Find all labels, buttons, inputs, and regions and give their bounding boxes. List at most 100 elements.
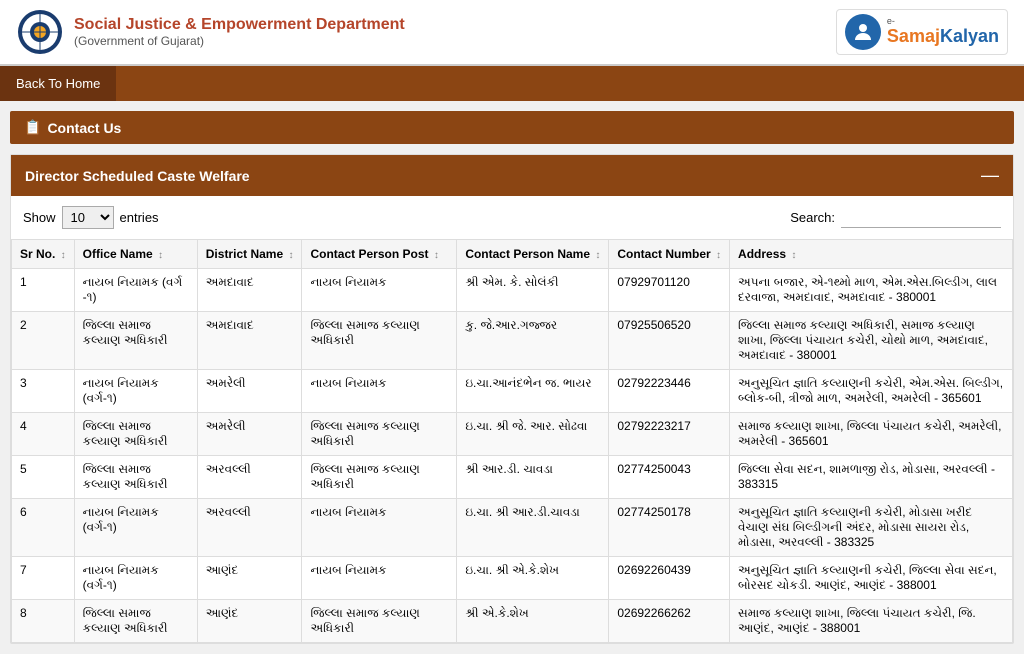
table-header-row: Sr No. ↕ Office Name ↕ District Name ↕ C… — [12, 240, 1013, 269]
cell-district: આણંદ — [197, 557, 302, 600]
cell-office: નાયબ નિયામક (વર્ગ-૧) — [74, 557, 197, 600]
cell-sr: 1 — [12, 269, 75, 312]
table-row: 3નાયબ નિયામક (વર્ગ-૧)અમરેલીનાયબ નિયામકઇ.… — [12, 370, 1013, 413]
col-office: Office Name ↕ — [74, 240, 197, 269]
entries-control: Show 10 25 50 100 entries — [23, 206, 159, 229]
esamaj-logo-icon — [845, 14, 881, 50]
table-row: 4જિલ્લા સમાજ કલ્યાણ અધિકારીઅમરેલીજિલ્લા … — [12, 413, 1013, 456]
cell-address: જિલ્લા સમાજ કલ્યાણ અધિકારી, સમાજ કલ્યાણ … — [730, 312, 1013, 370]
cell-address: જિલ્લા સેવા સદન, શામળાજી રોડ, મોડાસા, અર… — [730, 456, 1013, 499]
cell-district: અરવલ્લી — [197, 456, 302, 499]
back-to-home-button[interactable]: Back To Home — [0, 66, 116, 101]
cell-address: અપના બજાર, એ-૧થ્મો માળ, એમ.એસ.બિલ્ડીગ, લ… — [730, 269, 1013, 312]
search-input[interactable] — [841, 208, 1001, 228]
col-sr: Sr No. ↕ — [12, 240, 75, 269]
contact-us-header: 📋 Contact Us — [10, 111, 1014, 144]
cell-office: જિલ્લા સમાજ કલ્યાણ અધિકારી — [74, 413, 197, 456]
cell-number: 02792223446 — [609, 370, 730, 413]
cell-sr: 8 — [12, 600, 75, 643]
table-card: Director Scheduled Caste Welfare — Show … — [10, 154, 1014, 644]
header-title: Social Justice & Empowerment Department — [74, 16, 405, 34]
table-body: 1નાયબ નિયામક (વર્ગ -૧)અમદાવાદનાયબ નિયામક… — [12, 269, 1013, 643]
cell-sr: 6 — [12, 499, 75, 557]
cell-office: નાયબ નિયામક (વર્ગ-૧) — [74, 499, 197, 557]
header: Social Justice & Empowerment Department … — [0, 0, 1024, 66]
table-card-title: Director Scheduled Caste Welfare — [25, 168, 250, 184]
contact-icon: 📋 — [24, 119, 41, 136]
cell-name: શ્રી એમ. કે. સોલંકી — [457, 269, 609, 312]
cell-name: ઇ.ચા.આનંદભેન જ. ભાયર — [457, 370, 609, 413]
navbar: Back To Home — [0, 66, 1024, 101]
table-row: 8જિલ્લા સમાજ કલ્યાણ અધિકારીઆણંદજિલ્લા સમ… — [12, 600, 1013, 643]
cell-post: નાયબ નિયામક — [302, 499, 457, 557]
cell-sr: 4 — [12, 413, 75, 456]
cell-name: ઇ.ચા. શ્રી જે. આર. સોઢવા — [457, 413, 609, 456]
cell-number: 07929701120 — [609, 269, 730, 312]
cell-number: 02774250178 — [609, 499, 730, 557]
cell-name: શ્રી એ.કે.શેખ — [457, 600, 609, 643]
cell-sr: 7 — [12, 557, 75, 600]
data-table: Sr No. ↕ Office Name ↕ District Name ↕ C… — [11, 239, 1013, 643]
cell-post: નાયબ નિયામક — [302, 370, 457, 413]
cell-sr: 3 — [12, 370, 75, 413]
contact-label: Contact Us — [47, 120, 121, 136]
cell-post: જિલ્લા સમાજ કલ્યાણ અધિકારી — [302, 312, 457, 370]
table-row: 2જિલ્લા સમાજ કલ્યાણ અધિકારીઅમદાવાદજિલ્લા… — [12, 312, 1013, 370]
cell-number: 07925506520 — [609, 312, 730, 370]
table-row: 1નાયબ નિયામક (વર્ગ -૧)અમદાવાદનાયબ નિયામક… — [12, 269, 1013, 312]
sort-icon-address: ↕ — [791, 250, 796, 261]
esamaj-brand-text: SamajKalyan — [887, 27, 999, 47]
header-left: Social Justice & Empowerment Department … — [16, 8, 405, 56]
cell-office: જિલ્લા સમાજ કલ્યાણ અધિકારી — [74, 312, 197, 370]
cell-office: જિલ્લા સમાજ કલ્યાણ અધિકારી — [74, 600, 197, 643]
cell-address: સમાજ કલ્યાણ શાખા, જિલ્લા પંચાયત કચેરી, અ… — [730, 413, 1013, 456]
cell-sr: 2 — [12, 312, 75, 370]
cell-district: આણંદ — [197, 600, 302, 643]
cell-post: જિલ્લા સમાજ કલ્યાણ અધિકારી — [302, 413, 457, 456]
cell-number: 02774250043 — [609, 456, 730, 499]
collapse-button[interactable]: — — [981, 165, 999, 186]
cell-address: અનુસૂચિત જ્ઞાતિ કલ્યાણની કચેરી, જિલ્લા સ… — [730, 557, 1013, 600]
table-head: Sr No. ↕ Office Name ↕ District Name ↕ C… — [12, 240, 1013, 269]
sort-icon-name: ↕ — [595, 250, 600, 261]
table-row: 6નાયબ નિયામક (વર્ગ-૧)અરવલ્લીનાયબ નિયામકઇ… — [12, 499, 1013, 557]
cell-office: નાયબ નિયામક (વર્ગ -૧) — [74, 269, 197, 312]
table-row: 5જિલ્લા સમાજ કલ્યાણ અધિકારીઅરવલ્લીજિલ્લા… — [12, 456, 1013, 499]
cell-name: ઇ.ચા. શ્રી એ.કે.શેખ — [457, 557, 609, 600]
cell-address: અનુસૂચિત જ્ઞાતિ કલ્યાણની કચેરી, એમ.એસ. બ… — [730, 370, 1013, 413]
cell-number: 02692260439 — [609, 557, 730, 600]
table-card-header: Director Scheduled Caste Welfare — — [11, 155, 1013, 196]
cell-address: અનુસૂચિત જ્ઞાતિ કલ્યાણની કચેરી, મોડાસા ખ… — [730, 499, 1013, 557]
cell-district: અમરેલી — [197, 413, 302, 456]
cell-district: અમદાવાદ — [197, 312, 302, 370]
entries-show-label: Show — [23, 210, 56, 225]
cell-district: અમરેલી — [197, 370, 302, 413]
sort-icon-sr: ↕ — [61, 250, 66, 261]
cell-post: નાયબ નિયામક — [302, 557, 457, 600]
cell-district: અમદાવાદ — [197, 269, 302, 312]
esamaj-logo: e- SamajKalyan — [836, 9, 1008, 55]
govt-logo-icon — [16, 8, 64, 56]
cell-name: કુ. જે.આર.ગજ્જર — [457, 312, 609, 370]
entries-select[interactable]: 10 25 50 100 — [62, 206, 114, 229]
controls-row: Show 10 25 50 100 entries Search: — [11, 196, 1013, 239]
cell-office: જિલ્લા સમાજ કલ્યાણ અધિકારી — [74, 456, 197, 499]
cell-number: 02792223217 — [609, 413, 730, 456]
col-name: Contact Person Name ↕ — [457, 240, 609, 269]
cell-address: સમાજ કલ્યાણ શાખા, જિલ્લા પંચાયત કચેરી, જ… — [730, 600, 1013, 643]
cell-number: 02692266262 — [609, 600, 730, 643]
col-number: Contact Number ↕ — [609, 240, 730, 269]
cell-district: અરવલ્લી — [197, 499, 302, 557]
col-post: Contact Person Post ↕ — [302, 240, 457, 269]
search-control: Search: — [790, 208, 1001, 228]
col-district: District Name ↕ — [197, 240, 302, 269]
cell-name: શ્રી આર.ડી. ચાવડા — [457, 456, 609, 499]
cell-sr: 5 — [12, 456, 75, 499]
sort-icon-post: ↕ — [434, 250, 439, 261]
sort-icon-office: ↕ — [158, 250, 163, 261]
search-label: Search: — [790, 210, 835, 225]
esamaj-person-icon — [851, 20, 875, 44]
header-subtitle: (Government of Gujarat) — [74, 34, 405, 48]
cell-post: જિલ્લા સમાજ કલ્યાણ અધિકારી — [302, 456, 457, 499]
cell-post: નાયબ નિયામક — [302, 269, 457, 312]
